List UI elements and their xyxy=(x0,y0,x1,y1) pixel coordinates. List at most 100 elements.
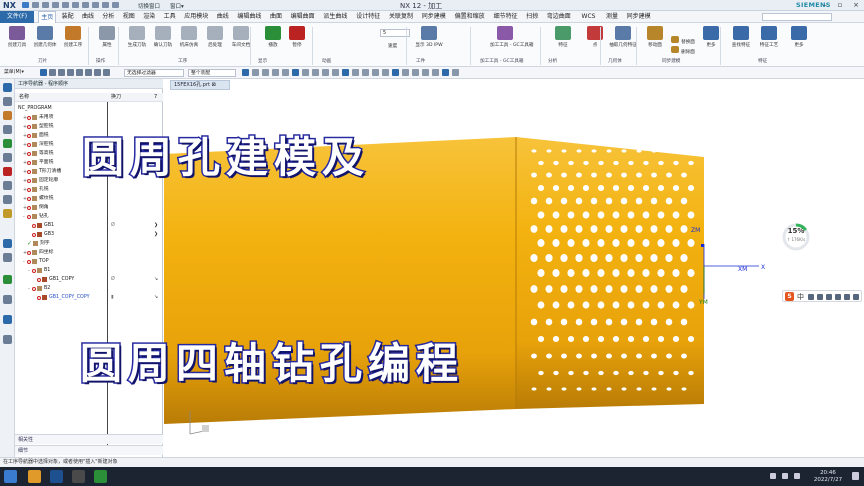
drilled-hole[interactable] xyxy=(658,160,664,166)
ribbon-button-2[interactable]: 创建工序 xyxy=(58,26,88,58)
navigator-row[interactable]: + 倒角 xyxy=(15,203,163,212)
snap-point-icon[interactable] xyxy=(342,69,349,76)
drilled-hole[interactable] xyxy=(651,149,657,153)
navigator-row[interactable]: - B1 xyxy=(15,266,163,275)
drilled-hole[interactable] xyxy=(636,172,642,178)
drilled-hole[interactable] xyxy=(612,269,620,277)
snap-point-icon[interactable] xyxy=(292,69,299,76)
drilled-hole[interactable] xyxy=(666,387,672,391)
drilled-hole[interactable] xyxy=(627,185,635,191)
drilled-hole[interactable] xyxy=(666,149,672,153)
drilled-hole[interactable] xyxy=(643,160,649,166)
view-icon[interactable] xyxy=(58,69,65,76)
drilled-hole[interactable] xyxy=(560,285,568,293)
snap-point-icon[interactable] xyxy=(302,69,309,76)
drilled-hole[interactable] xyxy=(681,172,687,178)
select-icon[interactable] xyxy=(40,69,47,76)
machine-tool-navigator-icon[interactable] xyxy=(3,97,12,106)
navigator-row[interactable]: NC_PROGRAM xyxy=(15,104,163,113)
drilled-hole[interactable] xyxy=(680,197,688,205)
drilled-hole[interactable] xyxy=(636,387,642,391)
process-studio-icon[interactable] xyxy=(3,239,12,248)
drilled-hole[interactable] xyxy=(552,239,560,247)
drilled-hole[interactable] xyxy=(687,211,695,219)
dependencies-panel[interactable]: 相关性 xyxy=(15,434,163,444)
snap-point-icon[interactable] xyxy=(372,69,379,76)
drilled-hole[interactable] xyxy=(575,318,583,326)
drilled-hole[interactable] xyxy=(597,185,605,191)
navigator-row[interactable]: ✓ 刻字 xyxy=(15,239,163,248)
file-menu[interactable]: 文件(F) xyxy=(0,11,34,23)
snap-point-icon[interactable] xyxy=(272,69,279,76)
tab-17[interactable]: 细节特征 xyxy=(490,11,521,23)
tab-21[interactable]: 测量 xyxy=(603,11,621,23)
drilled-hole[interactable] xyxy=(590,318,598,326)
drilled-hole[interactable] xyxy=(651,353,657,359)
drilled-hole[interactable] xyxy=(680,225,688,233)
drilled-hole[interactable] xyxy=(665,318,673,326)
drilled-hole[interactable] xyxy=(576,172,582,178)
ribbon-button-1[interactable]: 创建几何体 xyxy=(30,26,60,58)
drilled-hole[interactable] xyxy=(688,160,694,166)
drilled-hole[interactable] xyxy=(620,285,628,293)
orient-icon[interactable] xyxy=(76,69,83,76)
tab-3[interactable]: 分析 xyxy=(99,11,117,23)
drilled-hole[interactable] xyxy=(681,387,687,391)
snap-point-icon[interactable] xyxy=(312,69,319,76)
drilled-hole[interactable] xyxy=(560,318,568,326)
drilled-hole[interactable] xyxy=(612,336,620,342)
drilled-hole[interactable] xyxy=(537,301,545,309)
navigator-row[interactable]: - 钻孔 xyxy=(15,212,163,221)
drilled-hole[interactable] xyxy=(606,353,612,359)
tab-11[interactable]: 编辑曲面 xyxy=(287,11,318,23)
drilled-hole[interactable] xyxy=(613,160,619,166)
ribbon-button-13[interactable]: 特征 xyxy=(548,26,578,58)
ribbon-button-22[interactable]: 更多 xyxy=(784,26,814,58)
drilled-hole[interactable] xyxy=(650,285,658,293)
palette-icon[interactable] xyxy=(3,181,12,190)
copy-icon[interactable] xyxy=(62,2,69,8)
drilled-hole[interactable] xyxy=(681,149,687,153)
drilled-hole[interactable] xyxy=(621,387,627,391)
drilled-hole[interactable] xyxy=(576,353,582,359)
recorder-taskbar-icon[interactable] xyxy=(94,470,107,483)
drilled-hole[interactable] xyxy=(552,185,560,191)
drilled-hole[interactable] xyxy=(612,185,620,191)
ribbon-button-19[interactable]: 更多 xyxy=(696,26,726,58)
drilled-hole[interactable] xyxy=(665,225,673,233)
drilled-hole[interactable] xyxy=(582,301,590,309)
drilled-hole[interactable] xyxy=(530,285,538,293)
tab-13[interactable]: 设计特征 xyxy=(353,11,384,23)
drilled-hole[interactable] xyxy=(598,370,604,376)
drilled-hole[interactable] xyxy=(582,185,590,191)
feature-icon[interactable] xyxy=(3,315,12,324)
drilled-hole[interactable] xyxy=(583,370,589,376)
operation-navigator-icon[interactable] xyxy=(3,83,12,92)
drilled-hole[interactable] xyxy=(635,225,643,233)
ime-punctuation-icon[interactable] xyxy=(808,294,814,300)
ribbon-button-15[interactable]: 抽取几何特征 xyxy=(608,26,638,58)
drilled-hole[interactable] xyxy=(672,269,680,277)
main-menu-button[interactable]: 菜单(M)▾ xyxy=(2,69,36,77)
drilled-hole[interactable] xyxy=(591,149,597,153)
ime-skin-icon[interactable] xyxy=(835,294,841,300)
tab-7[interactable]: 应用模块 xyxy=(181,11,212,23)
drilled-hole[interactable] xyxy=(636,353,642,359)
drilled-hole[interactable] xyxy=(582,336,590,342)
switch-window-button[interactable]: 切换窗口 xyxy=(138,2,160,10)
drilled-hole[interactable] xyxy=(666,172,672,178)
start-icon[interactable] xyxy=(4,470,17,483)
tab-10[interactable]: 曲面 xyxy=(267,11,285,23)
snap-point-icon[interactable] xyxy=(362,69,369,76)
drilled-hole[interactable] xyxy=(530,254,538,262)
ribbon-button-21[interactable]: 特征工艺 xyxy=(754,26,784,58)
drilled-hole[interactable] xyxy=(545,225,553,233)
drilled-hole[interactable] xyxy=(568,370,574,376)
drilled-hole[interactable] xyxy=(568,160,574,166)
snap-point-icon[interactable] xyxy=(432,69,439,76)
drilled-hole[interactable] xyxy=(642,301,650,309)
drilled-hole[interactable] xyxy=(605,254,613,262)
display-icon[interactable] xyxy=(94,69,101,76)
drilled-hole[interactable] xyxy=(561,353,567,359)
drilled-hole[interactable] xyxy=(651,387,657,391)
